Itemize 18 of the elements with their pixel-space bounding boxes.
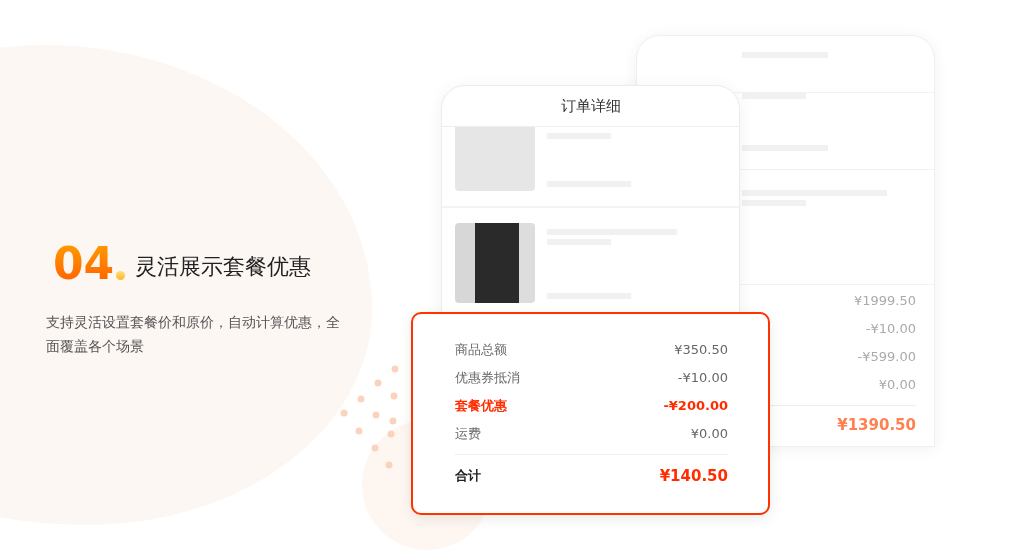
price-value: -¥200.00 <box>663 397 728 415</box>
price-label: 运费 <box>455 425 481 443</box>
price-value: ¥0.00 <box>690 425 728 443</box>
total-label: 合计 <box>455 467 481 485</box>
section-description: 支持灵活设置套餐价和原价，自动计算优惠，全面覆盖各个场景 <box>46 313 341 356</box>
amount-text: ¥0.00 <box>878 377 916 392</box>
amount-text: ¥1999.50 <box>853 293 916 308</box>
total-amount: ¥1390.50 <box>837 416 916 434</box>
price-label: 套餐优惠 <box>455 397 507 415</box>
dot-icon <box>116 271 126 280</box>
price-label: 商品总额 <box>455 341 507 359</box>
amount-text: -¥10.00 <box>865 321 916 336</box>
total-value: ¥140.50 <box>659 466 728 487</box>
section-title: 灵活展示套餐优惠 <box>135 253 312 281</box>
amount-text: -¥599.00 <box>857 349 916 364</box>
price-value: ¥350.50 <box>674 341 728 359</box>
price-label: 优惠券抵消 <box>455 369 520 387</box>
price-value: -¥10.00 <box>677 369 728 387</box>
